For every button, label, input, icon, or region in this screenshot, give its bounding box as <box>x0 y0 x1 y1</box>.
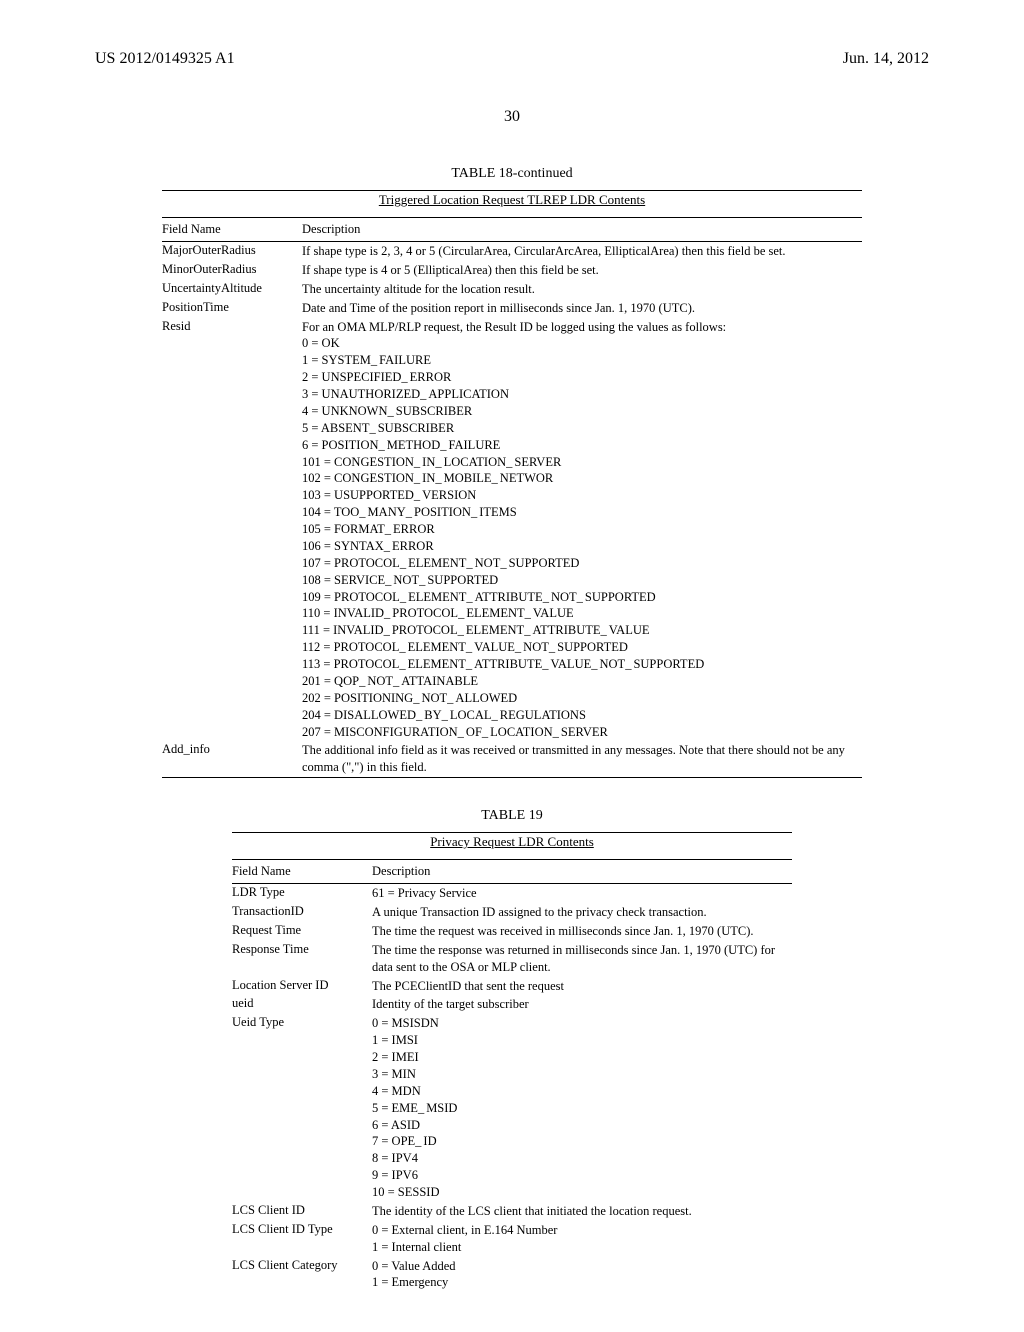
field-name-cell: UncertaintyAltitude <box>162 280 302 299</box>
table-row: TransactionIDA unique Transaction ID ass… <box>232 903 792 922</box>
table-row: Add_infoThe additional info field as it … <box>162 741 862 777</box>
field-name-cell: LCS Client Category <box>232 1257 372 1293</box>
table18-title: TABLE 18-continued <box>95 166 929 182</box>
table19-col1: Field Name <box>232 860 372 884</box>
page-number: 30 <box>95 108 929 126</box>
table-row: Location Server IDThe PCEClientID that s… <box>232 977 792 996</box>
description-cell: 0 = Value Added1 = Emergency <box>372 1257 792 1293</box>
field-name-cell: ueid <box>232 995 372 1014</box>
field-name-cell: MinorOuterRadius <box>162 261 302 280</box>
publication-date: Jun. 14, 2012 <box>843 50 929 68</box>
description-cell: The time the response was returned in mi… <box>372 941 792 977</box>
field-name-cell: PositionTime <box>162 299 302 318</box>
page-header: US 2012/0149325 A1 Jun. 14, 2012 <box>95 50 929 68</box>
table18-subtitle: Triggered Location Request TLREP LDR Con… <box>162 192 862 208</box>
table-row: ueidIdentity of the target subscriber <box>232 995 792 1014</box>
field-name-cell: MajorOuterRadius <box>162 242 302 261</box>
table-row: UncertaintyAltitudeThe uncertainty altit… <box>162 280 862 299</box>
description-cell: The additional info field as it was rece… <box>302 741 862 777</box>
description-cell: The PCEClientID that sent the request <box>372 977 792 996</box>
table-row: ResidFor an OMA MLP/RLP request, the Res… <box>162 318 862 742</box>
table19-title: TABLE 19 <box>95 808 929 824</box>
description-cell: The identity of the LCS client that init… <box>372 1202 792 1221</box>
table-row: LDR Type61 = Privacy Service <box>232 884 792 903</box>
table-row: LCS Client IDThe identity of the LCS cli… <box>232 1202 792 1221</box>
table-row: Response TimeThe time the response was r… <box>232 941 792 977</box>
field-name-cell: LDR Type <box>232 884 372 903</box>
field-name-cell: Request Time <box>232 922 372 941</box>
description-cell: If shape type is 4 or 5 (EllipticalArea)… <box>302 261 862 280</box>
field-name-cell: Add_info <box>162 741 302 777</box>
description-cell: A unique Transaction ID assigned to the … <box>372 903 792 922</box>
description-cell: For an OMA MLP/RLP request, the Result I… <box>302 318 862 742</box>
table19-col2: Description <box>372 860 792 884</box>
field-name-cell: TransactionID <box>232 903 372 922</box>
field-name-cell: Location Server ID <box>232 977 372 996</box>
description-cell: The time the request was received in mil… <box>372 922 792 941</box>
description-cell: Date and Time of the position report in … <box>302 299 862 318</box>
field-name-cell: LCS Client ID <box>232 1202 372 1221</box>
field-name-cell: Resid <box>162 318 302 742</box>
description-cell: The uncertainty altitude for the locatio… <box>302 280 862 299</box>
table-row: MajorOuterRadiusIf shape type is 2, 3, 4… <box>162 242 862 261</box>
table19-subtitle: Privacy Request LDR Contents <box>232 834 792 850</box>
table19: Privacy Request LDR Contents Field Name … <box>232 832 792 1292</box>
table18-col1: Field Name <box>162 218 302 242</box>
description-cell: If shape type is 2, 3, 4 or 5 (CircularA… <box>302 242 862 261</box>
table-row: Request TimeThe time the request was rec… <box>232 922 792 941</box>
table18: Triggered Location Request TLREP LDR Con… <box>162 190 862 778</box>
table-row: Ueid Type0 = MSISDN1 = IMSI2 = IMEI3 = M… <box>232 1014 792 1202</box>
field-name-cell: LCS Client ID Type <box>232 1221 372 1257</box>
publication-number: US 2012/0149325 A1 <box>95 50 235 68</box>
table-row: PositionTimeDate and Time of the positio… <box>162 299 862 318</box>
description-cell: Identity of the target subscriber <box>372 995 792 1014</box>
field-name-cell: Ueid Type <box>232 1014 372 1202</box>
field-name-cell: Response Time <box>232 941 372 977</box>
description-cell: 0 = External client, in E.164 Number1 = … <box>372 1221 792 1257</box>
table-row: LCS Client ID Type0 = External client, i… <box>232 1221 792 1257</box>
description-cell: 61 = Privacy Service <box>372 884 792 903</box>
description-cell: 0 = MSISDN1 = IMSI2 = IMEI3 = MIN4 = MDN… <box>372 1014 792 1202</box>
table18-col2: Description <box>302 218 862 242</box>
table-row: LCS Client Category0 = Value Added1 = Em… <box>232 1257 792 1293</box>
table-row: MinorOuterRadiusIf shape type is 4 or 5 … <box>162 261 862 280</box>
